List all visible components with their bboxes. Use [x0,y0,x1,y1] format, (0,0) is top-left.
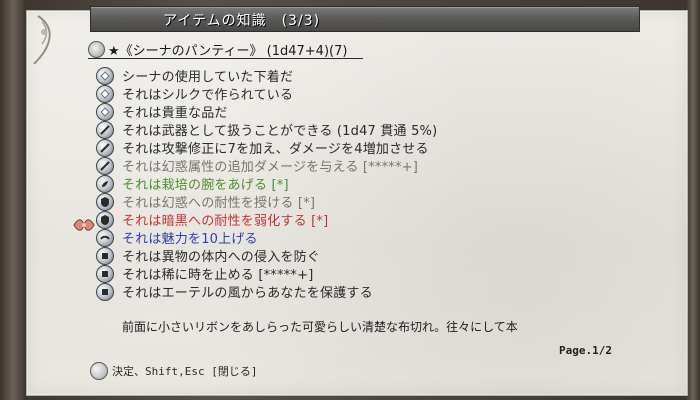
property-row[interactable]: それは栽培の腕をあげる [*] [96,174,616,193]
item-name: ★《シーナのパンティー》 (1d47+4)(7) [108,44,348,59]
left-border [0,0,26,400]
sword-icon [96,121,114,139]
property-text: それは魅力を10上げる [122,232,258,247]
footer-hint[interactable]: 決定、Shift,Esc [閉じる] [112,363,257,379]
item-description: 前面に小さいリボンをあしらった可愛らしい清楚な布切れ。往々にして本 [122,320,518,334]
right-border [686,0,700,400]
page-indicator: Page.1/2 [559,344,612,357]
property-text: それは異物の体内への侵入を防ぐ [122,250,321,265]
property-row[interactable]: それはシルクで作られている [96,84,616,103]
property-row[interactable]: シーナの使用していた下着だ [96,66,616,85]
property-text: それは貴重な品だ [122,106,228,121]
property-row[interactable]: それは武器として扱うことができる (1d47 貫通 5%) [96,120,616,139]
property-row[interactable]: それはエーテルの風からあなたを保護する [96,282,616,301]
property-text: それはシルクで作られている [122,88,294,103]
property-row[interactable]: それは幻惑属性の追加ダメージを与える [*****+] [96,156,616,175]
property-row[interactable]: それは稀に時を止める [*****+] [96,264,616,283]
resist-icon [96,211,114,229]
property-list: シーナの使用していた下着だ それはシルクで作られている それは貴重な品だそれは武器と… [96,66,616,301]
property-row[interactable]: それは貴重な品だ [96,102,616,121]
ornament-decoration [33,15,51,64]
property-text: それは幻惑への耐性を授ける [*] [122,196,316,211]
enchant-icon [96,247,114,265]
item-icon [88,41,105,58]
property-text: それは武器として扱うことができる (1d47 貫通 5%) [122,124,438,139]
property-row[interactable]: それは幻惑への耐性を授ける [*] [96,192,616,211]
item-heading: ★《シーナのパンティー》 (1d47+4)(7) [88,40,363,59]
enchant-icon [96,265,114,283]
property-text: それは攻撃修正に7を加え、ダメージを4増加させる [122,142,429,157]
window-title: アイテムの知識 (3/3) [163,13,321,29]
enchant-icon [96,283,114,301]
info-icon [96,67,114,85]
hint-icon [90,362,108,380]
sword-icon [96,139,114,157]
window-title-bar: アイテムの知識 (3/3) [90,6,640,32]
row-selector-icon [72,216,96,234]
property-text: それはエーテルの風からあなたを保護する [122,286,373,301]
property-text: シーナの使用していた下着だ [122,70,294,85]
info-icon [96,85,114,103]
sword-icon [96,157,114,175]
skill-icon [96,175,114,193]
footer-bar: 決定、Shift,Esc [閉じる] [90,362,650,382]
property-text: それは幻惑属性の追加ダメージを与える [*****+] [122,160,419,175]
attribute-icon [96,229,114,247]
property-row[interactable]: それは攻撃修正に7を加え、ダメージを4増加させる [96,138,616,157]
property-row[interactable]: それは暗黒への耐性を弱化する [*] [96,210,616,229]
property-row[interactable]: それは魅力を10上げる [96,228,616,247]
property-text: それは暗黒への耐性を弱化する [*] [122,214,329,229]
resist-icon [96,193,114,211]
property-text: それは栽培の腕をあげる [*] [122,178,289,193]
info-icon [96,103,114,121]
property-row[interactable]: それは異物の体内への侵入を防ぐ [96,246,616,265]
property-text: それは稀に時を止める [*****+] [122,268,314,283]
